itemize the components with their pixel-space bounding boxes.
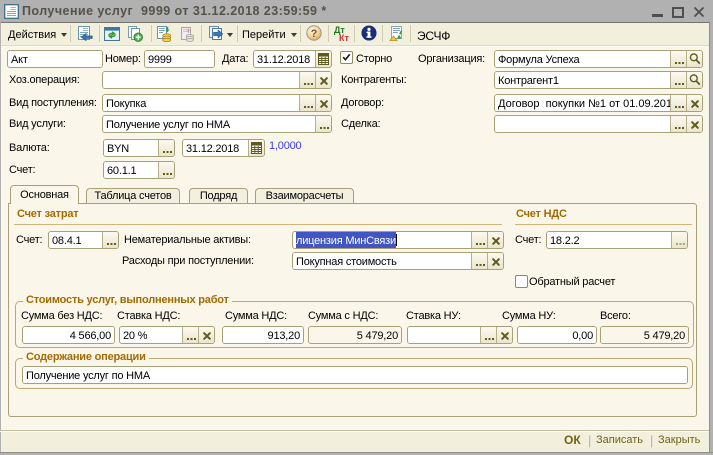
svg-text:?: ? xyxy=(311,28,318,40)
